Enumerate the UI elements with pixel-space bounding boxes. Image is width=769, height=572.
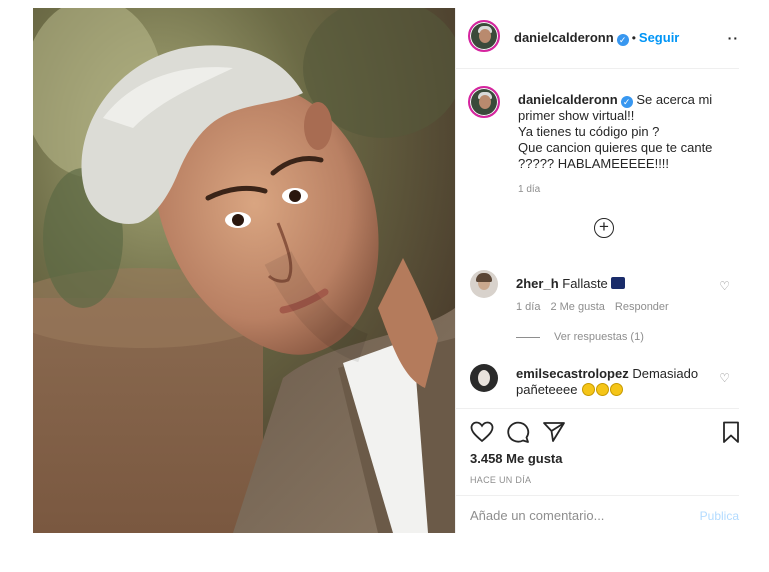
post-header: danielcalderonn ✓ • Seguir ·· bbox=[456, 8, 739, 69]
author-avatar[interactable] bbox=[468, 20, 500, 52]
caption-avatar[interactable] bbox=[468, 86, 500, 118]
add-comment-bar: Publica bbox=[456, 495, 739, 535]
comment-item: emilsecastrolopez Demasiado pañeteeee ♡ bbox=[470, 364, 730, 404]
bookmark-icon[interactable] bbox=[722, 421, 740, 443]
author-username[interactable]: danielcalderonn bbox=[514, 30, 614, 45]
post-actions: 3.458 Me gusta HACE UN DÍA Publica bbox=[456, 408, 739, 534]
follow-button[interactable]: Seguir bbox=[639, 30, 679, 45]
reply-button[interactable]: Responder bbox=[615, 301, 669, 313]
paper-plane-icon[interactable] bbox=[542, 421, 566, 443]
flag-emoji-icon bbox=[610, 277, 625, 289]
comment-text: 2her_h Fallaste bbox=[516, 276, 706, 292]
laughing-emoji-icon bbox=[582, 383, 596, 396]
laughing-emoji-icon bbox=[610, 383, 624, 396]
more-options-icon[interactable]: ·· bbox=[728, 30, 739, 46]
view-replies-label: Ver respuestas (1) bbox=[554, 331, 644, 343]
comment-input[interactable] bbox=[470, 508, 670, 523]
verified-badge-icon: ✓ bbox=[620, 96, 633, 108]
comment-time: 1 día bbox=[516, 301, 541, 313]
post-caption: danielcalderonn ✓ Se acerca mi primer sho… bbox=[518, 92, 733, 172]
load-more-comments-icon[interactable]: + bbox=[594, 218, 614, 238]
comment-body: Fallaste bbox=[562, 276, 608, 291]
commenter-avatar[interactable] bbox=[470, 364, 498, 392]
selfie-image bbox=[33, 8, 455, 533]
comment-icon[interactable] bbox=[506, 421, 530, 443]
replies-divider bbox=[516, 336, 540, 338]
comment-text: emilsecastrolopez Demasiado pañeteeee bbox=[516, 366, 706, 398]
comment-like-icon[interactable]: ♡ bbox=[719, 278, 730, 294]
verified-badge-icon: ✓ bbox=[616, 34, 629, 46]
commenter-avatar[interactable] bbox=[470, 270, 498, 298]
header-line: danielcalderonn ✓ • Seguir bbox=[514, 29, 679, 47]
comment-like-icon[interactable]: ♡ bbox=[719, 370, 730, 386]
heart-icon[interactable] bbox=[470, 421, 494, 443]
comment-meta: 1 día 2 Me gusta Responder bbox=[516, 299, 679, 315]
comment-item: 2her_h Fallaste ♡ 1 día 2 Me gusta Respond… bbox=[470, 270, 730, 350]
post-sidebar: danielcalderonn ✓ • Seguir ·· danielcaldero… bbox=[455, 8, 739, 533]
comment-likes[interactable]: 2 Me gusta bbox=[550, 301, 604, 313]
caption-username[interactable]: danielcalderonn bbox=[518, 92, 618, 107]
commenter-username[interactable]: 2her_h bbox=[516, 276, 559, 291]
instagram-post: danielcalderonn ✓ • Seguir ·· danielcaldero… bbox=[33, 8, 739, 533]
laughing-emoji-icon bbox=[596, 383, 610, 396]
post-photo[interactable] bbox=[33, 8, 455, 533]
caption-time: 1 día bbox=[518, 184, 541, 195]
publish-button[interactable]: Publica bbox=[700, 509, 739, 523]
post-time-ago: HACE UN DÍA bbox=[470, 475, 532, 485]
view-replies-button[interactable]: Ver respuestas (1) bbox=[516, 329, 644, 345]
separator-dot: • bbox=[631, 31, 636, 45]
likes-count[interactable]: 3.458 Me gusta bbox=[470, 451, 563, 466]
commenter-username[interactable]: emilsecastrolopez bbox=[516, 366, 629, 381]
